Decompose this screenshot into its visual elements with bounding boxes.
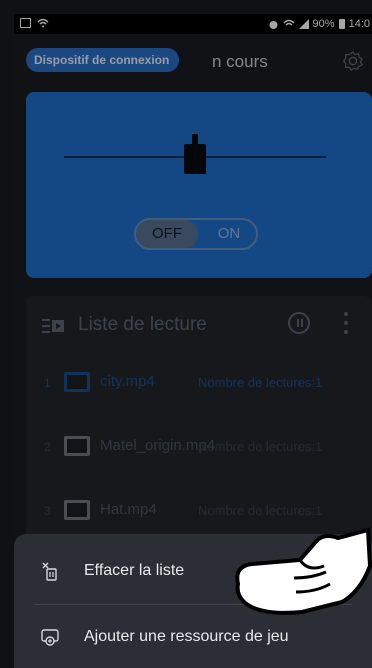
pointing-hand-icon: [235, 527, 372, 615]
add-resource-icon: [41, 629, 59, 646]
app-screen: 90% 14:0 Dispositif de connexion n cours…: [14, 14, 372, 668]
clear-list-label: Effacer la liste: [84, 562, 185, 579]
add-game-resource-label: Ajouter une ressource de jeu: [84, 628, 289, 645]
broom-trash-icon: [42, 562, 57, 581]
